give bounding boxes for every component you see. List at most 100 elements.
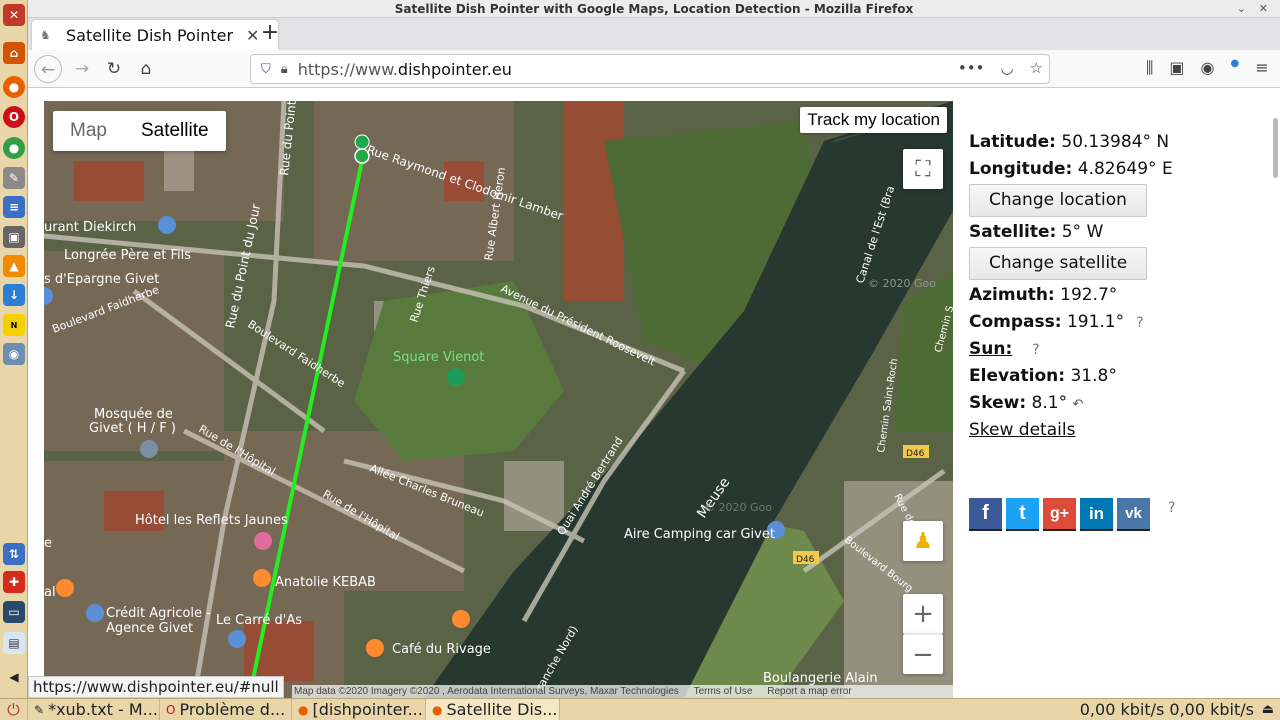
compass-value: 191.1°	[1066, 312, 1125, 332]
change-location-button[interactable]: Change location	[969, 184, 1147, 217]
extension-icon[interactable]: ●	[1230, 58, 1239, 78]
map-label: urant Diekirch	[44, 220, 136, 235]
vlc-icon[interactable]: ▲	[3, 255, 25, 277]
nikon-icon[interactable]: N	[3, 314, 25, 336]
opera-icon: O	[166, 702, 176, 717]
taskbar-item-label: *xub.txt - M...	[48, 699, 158, 719]
taskbar-item-probleme[interactable]: O Problème d...	[160, 698, 292, 720]
firefox-icon[interactable]: ●	[3, 76, 25, 98]
map-label: Aire Camping car Givet	[624, 527, 775, 542]
sun-link[interactable]: Sun:	[969, 339, 1012, 359]
pegman-icon[interactable]: ♟	[903, 521, 943, 561]
skew-rotation-icon: ↶	[1072, 397, 1084, 412]
satellite-map[interactable]: Rue Raymond et Clodomir Lamber Rue du Po…	[44, 101, 953, 698]
url-text[interactable]: https://www.dishpointer.eu	[298, 60, 512, 79]
map-type-control: Map Satellite	[53, 111, 226, 151]
sidebar-icon[interactable]: ▣	[1169, 58, 1184, 78]
reload-button[interactable]: ↻	[100, 55, 128, 83]
map-type-satellite-button[interactable]: Satellite	[124, 111, 226, 151]
taskbar-item-dishpointer[interactable]: ● [dishpointer...	[292, 698, 426, 720]
tracking-shield-icon[interactable]: ⛉	[261, 62, 271, 77]
tools-icon[interactable]: ✕	[3, 4, 25, 26]
page-actions-icon[interactable]: •••	[958, 59, 985, 77]
map-label: Anatolie KEBAB	[275, 575, 376, 590]
chrome-icon[interactable]: ●	[3, 137, 25, 159]
azimuth-value: 192.7°	[1060, 285, 1118, 305]
map-imagery: Rue Raymond et Clodomir Lamber Rue du Po…	[44, 101, 953, 698]
download-icon[interactable]: ↓	[3, 284, 25, 306]
taskbar-item-satellite[interactable]: ● Satellite Dis...	[426, 698, 560, 720]
left-launcher-panel: ✕ ⌂ ● O ● ✎ ≡ ▣ ▲ ↓ N ◉ ⇅ ✚ ▭ ▤ ◀	[0, 0, 28, 698]
home-icon[interactable]: ⌂	[3, 42, 25, 64]
home-button[interactable]: ⌂	[132, 55, 160, 83]
taskbar-item-label: Satellite Dis...	[446, 699, 558, 719]
longitude-label: Longitude:	[969, 159, 1073, 179]
map-type-map-button[interactable]: Map	[53, 111, 124, 151]
social-help-icon[interactable]: ?	[1168, 500, 1175, 516]
pocket-icon[interactable]: ◡	[1000, 59, 1013, 77]
taskbar-item-xub[interactable]: ✎ *xub.txt - M...	[28, 698, 160, 720]
window-title: Satellite Dish Pointer with Google Maps,…	[394, 2, 914, 16]
skew-details-link[interactable]: Skew details	[969, 420, 1075, 440]
close-window-icon[interactable]: ✕	[1259, 0, 1268, 18]
map-label: D46	[796, 555, 815, 565]
map-label: Hôtel les Reflets Jaunes	[135, 513, 288, 528]
network-icon[interactable]: ◉	[3, 343, 25, 365]
network-speed: 0,00 kbit/s 0,00 kbit/s	[1079, 700, 1254, 719]
twitter-icon[interactable]: t	[1006, 498, 1039, 531]
facebook-icon[interactable]: f	[969, 498, 1002, 531]
track-location-button[interactable]: Track my location	[800, 107, 947, 133]
terms-link[interactable]: Terms of Use	[694, 686, 753, 697]
map-label: Longrée Père et Fils	[64, 248, 191, 263]
link-status-url: https://www.dishpointer.eu/#null	[28, 676, 284, 698]
vk-icon[interactable]: vk	[1117, 498, 1150, 531]
map-label: Crédit Agricole -	[106, 606, 211, 621]
transfer-icon[interactable]: ⇅	[3, 543, 25, 565]
fullscreen-icon[interactable]: ⛶	[903, 149, 943, 189]
library-icon[interactable]: ⫼	[1146, 58, 1153, 78]
map-label: Mosquée de	[94, 407, 173, 422]
opera-icon[interactable]: O	[3, 106, 25, 128]
taskbar: ⏻ ✎ *xub.txt - M... O Problème d... ● [dish…	[0, 698, 1280, 720]
report-error-link[interactable]: Report a map error	[767, 686, 851, 697]
power-icon[interactable]: ⏻	[0, 698, 28, 720]
compass-help-icon[interactable]: ?	[1136, 315, 1143, 331]
new-tab-button[interactable]: +	[258, 20, 282, 48]
account-icon[interactable]: ◉	[1201, 58, 1215, 78]
tab-dishpointer[interactable]: ♞ Satellite Dish Pointer with Google Map…	[32, 20, 278, 50]
googleplus-icon[interactable]: g+	[1043, 498, 1076, 531]
back-button[interactable]: ←	[34, 55, 62, 83]
map-label: Café du Rivage	[392, 642, 491, 657]
latitude-value: 50.13984° N	[1061, 132, 1170, 152]
forward-button[interactable]: →	[68, 55, 96, 83]
map-label: Boulangerie Alain	[763, 671, 878, 686]
change-satellite-button[interactable]: Change satellite	[969, 247, 1148, 280]
camera-icon[interactable]: ▣	[3, 226, 25, 248]
dish-info-panel: Latitude: 50.13984° N Longitude: 4.82649…	[969, 129, 1269, 444]
satellite-label: Satellite:	[969, 222, 1057, 242]
document-icon[interactable]: ≡	[3, 196, 25, 218]
url-bar[interactable]: ⛉ 🔒︎ https://www.dishpointer.eu ••• ◡ ☆	[250, 54, 1050, 84]
volume-icon[interactable]: ◀	[3, 666, 25, 688]
flag-canada-icon[interactable]: ✚	[3, 571, 25, 593]
window-icon[interactable]: ▤	[3, 632, 25, 654]
eject-icon[interactable]: ⏏	[1262, 699, 1274, 720]
bookmark-star-icon[interactable]: ☆	[1030, 59, 1043, 77]
map-data-text: Map data ©2020 Imagery ©2020 , Aerodata …	[294, 686, 679, 697]
zoom-in-button[interactable]: +	[903, 594, 943, 634]
zoom-out-button[interactable]: −	[903, 634, 943, 674]
map-label: Givet ( H / F )	[89, 421, 176, 436]
text-editor-icon: ✎	[34, 702, 45, 717]
lock-icon[interactable]: 🔒︎	[281, 62, 288, 77]
monitor-icon[interactable]: ▭	[3, 601, 25, 623]
menu-icon[interactable]: ≡	[1255, 58, 1268, 78]
scrollbar[interactable]	[1273, 118, 1278, 178]
sun-help-icon[interactable]: ?	[1032, 342, 1039, 358]
taskbar-item-label: Problème d...	[179, 699, 286, 719]
map-label: Agence Givet	[106, 621, 193, 636]
taskbar-item-label: [dishpointer...	[312, 699, 423, 719]
skew-label: Skew:	[969, 393, 1027, 413]
minimize-icon[interactable]: ⌄	[1237, 0, 1246, 18]
editor-icon[interactable]: ✎	[3, 167, 25, 189]
linkedin-icon[interactable]: in	[1080, 498, 1113, 531]
